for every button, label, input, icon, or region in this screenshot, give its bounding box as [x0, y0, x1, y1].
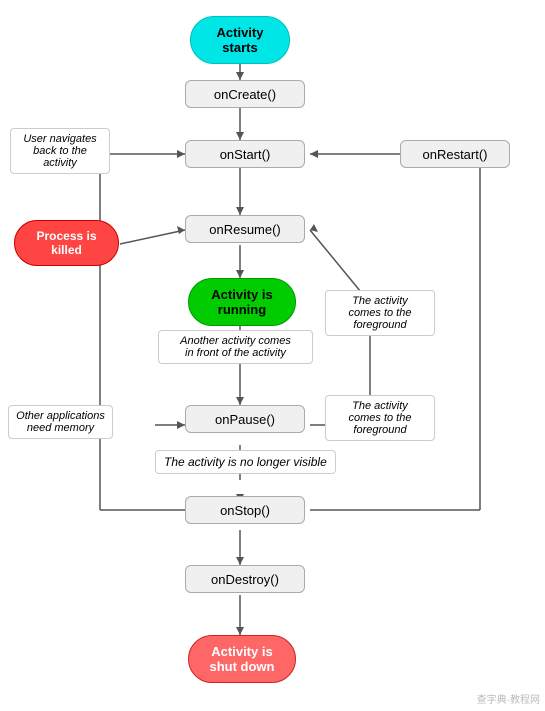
activity-running-node: Activity is running	[188, 278, 296, 326]
on-start-label: onStart()	[220, 147, 271, 162]
activity-foreground1-label: The activity comes to the foreground	[325, 290, 435, 336]
on-create-label: onCreate()	[214, 87, 276, 102]
activity-starts-node: Activity starts	[190, 16, 290, 64]
no-longer-visible-label: The activity is no longer visible	[155, 450, 336, 474]
another-activity-label: Another activity comes in front of the a…	[158, 330, 313, 364]
activity-starts-label: Activity starts	[217, 25, 264, 55]
on-resume-node: onResume()	[185, 215, 305, 243]
activity-running-label: Activity is running	[211, 287, 272, 317]
on-pause-label: onPause()	[215, 412, 275, 427]
on-create-node: onCreate()	[185, 80, 305, 108]
on-destroy-node: onDestroy()	[185, 565, 305, 593]
activity-shutdown-node: Activity is shut down	[188, 635, 296, 683]
process-killed-node: Activity starts Process iskilled	[14, 220, 119, 266]
activity-shutdown-label: Activity is shut down	[210, 644, 275, 674]
on-stop-label: onStop()	[220, 503, 270, 518]
on-restart-label: onRestart()	[422, 147, 487, 162]
on-stop-node: onStop()	[185, 496, 305, 524]
on-pause-node: onPause()	[185, 405, 305, 433]
watermark: 查字典·教程网	[477, 691, 540, 706]
on-resume-label: onResume()	[209, 222, 281, 237]
on-start-node: onStart()	[185, 140, 305, 168]
user-navigates-label: User navigates back to the activity	[10, 128, 110, 174]
on-destroy-label: onDestroy()	[211, 572, 279, 587]
other-apps-label: Other applications need memory	[8, 405, 113, 439]
on-restart-node: onRestart()	[400, 140, 510, 168]
activity-foreground2-label: The activity comes to the foreground	[325, 395, 435, 441]
lifecycle-diagram: Activity starts onCreate() User navigate…	[0, 0, 545, 711]
